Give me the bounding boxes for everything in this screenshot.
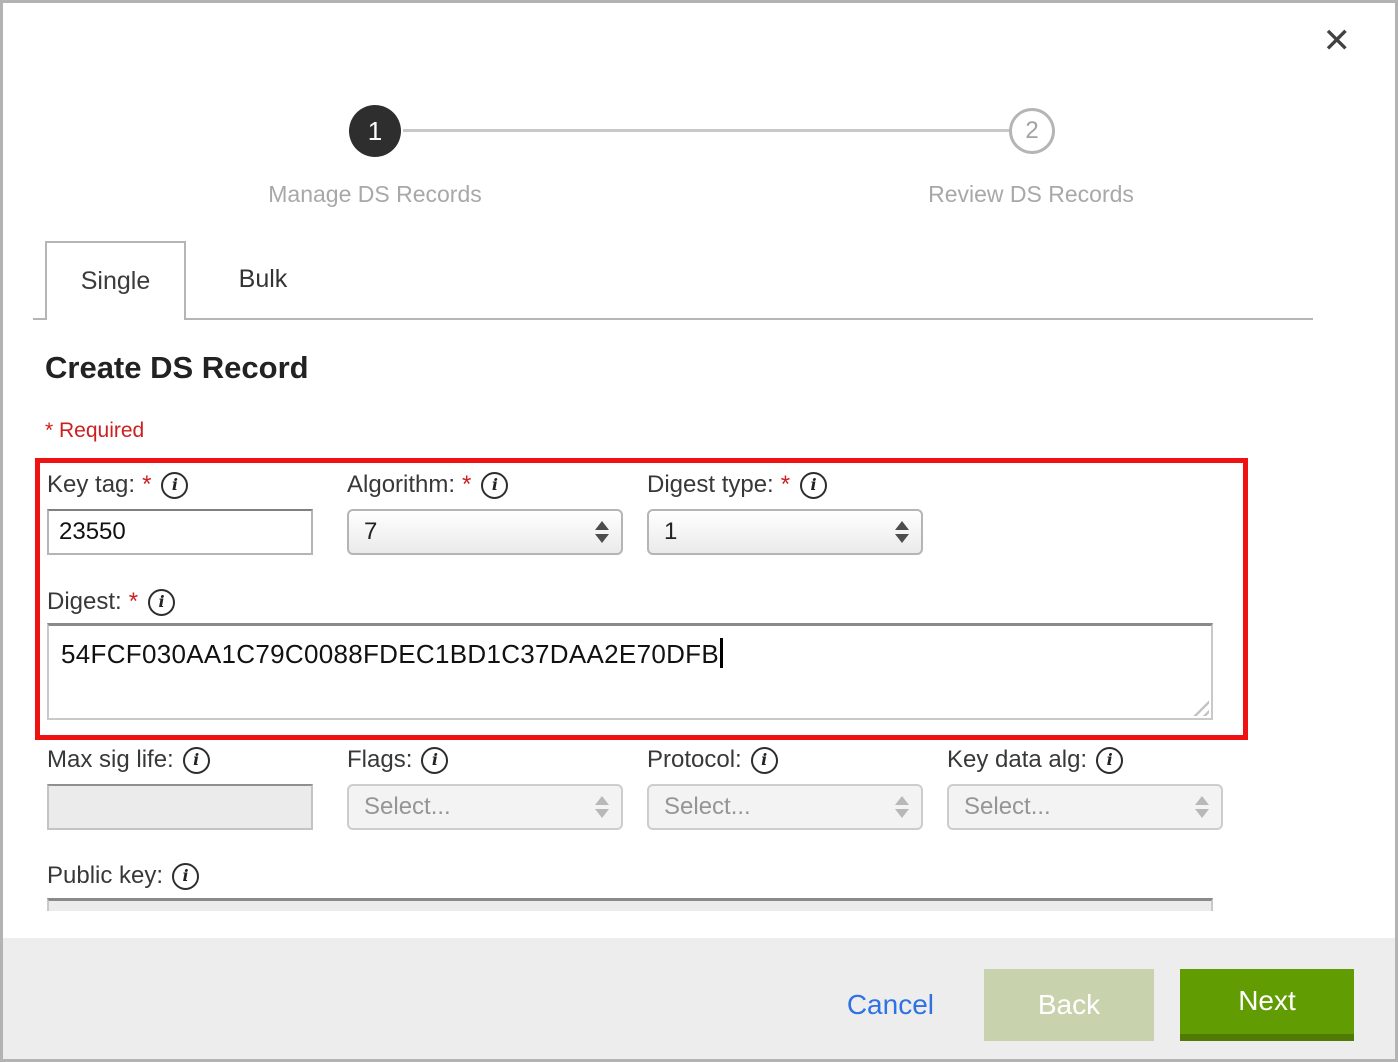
key-data-alg-label-text: Key data alg: — [947, 746, 1087, 774]
step-2-label: Review DS Records — [928, 181, 1134, 208]
info-glyph: i — [1107, 752, 1113, 768]
protocol-placeholder: Select... — [664, 793, 751, 821]
flags-info-icon[interactable]: i — [421, 747, 448, 774]
create-ds-record-dialog: ✕ 1 2 Manage DS Records Review DS Record… — [0, 0, 1398, 1062]
select-arrows-icon — [595, 796, 609, 818]
select-arrows-icon — [895, 796, 909, 818]
info-glyph: i — [172, 477, 178, 493]
required-asterisk: * — [462, 471, 471, 499]
public-key-textarea — [47, 898, 1213, 911]
resize-handle-icon[interactable] — [1192, 699, 1209, 716]
public-key-label-text: Public key: — [47, 862, 163, 890]
digest-value: 54FCF030AA1C79C0088FDEC1BD1C37DAA2E70DFB — [61, 639, 719, 669]
algorithm-label: Algorithm: * i — [347, 471, 508, 499]
info-glyph: i — [159, 594, 165, 610]
max-sig-life-info-icon[interactable]: i — [183, 747, 210, 774]
page-title: Create DS Record — [45, 350, 309, 386]
algorithm-info-icon[interactable]: i — [481, 472, 508, 499]
max-sig-life-label-text: Max sig life: — [47, 746, 174, 774]
algorithm-label-text: Algorithm: — [347, 471, 455, 499]
tab-bar: Single Bulk — [33, 241, 1313, 320]
digest-type-info-icon[interactable]: i — [800, 472, 827, 499]
algorithm-selected-value: 7 — [364, 518, 377, 546]
key-data-alg-select: Select... — [947, 784, 1223, 830]
step-1-indicator: 1 — [349, 105, 401, 157]
close-icon: ✕ — [1323, 21, 1352, 61]
info-glyph: i — [811, 477, 817, 493]
info-glyph: i — [193, 752, 199, 768]
info-glyph: i — [492, 477, 498, 493]
digest-label: Digest: * i — [47, 588, 175, 616]
max-sig-life-input — [47, 784, 313, 830]
text-cursor — [720, 638, 723, 668]
digest-type-label: Digest type: * i — [647, 471, 827, 499]
key-tag-value: 23550 — [59, 518, 126, 546]
key-data-alg-placeholder: Select... — [964, 793, 1051, 821]
protocol-label-text: Protocol: — [647, 746, 742, 774]
tab-single[interactable]: Single — [45, 241, 186, 320]
info-glyph: i — [761, 752, 767, 768]
step-1-label: Manage DS Records — [268, 181, 482, 208]
next-button[interactable]: Next — [1180, 969, 1354, 1041]
flags-label-text: Flags: — [347, 746, 412, 774]
digest-type-select[interactable]: 1 — [647, 509, 923, 555]
protocol-label: Protocol: i — [647, 746, 778, 774]
required-asterisk: * — [142, 471, 151, 499]
required-asterisk: * — [781, 471, 790, 499]
back-button[interactable]: Back — [984, 969, 1154, 1041]
info-glyph: i — [183, 868, 189, 884]
protocol-info-icon[interactable]: i — [751, 747, 778, 774]
stepper-connector-line — [403, 129, 1009, 132]
protocol-select: Select... — [647, 784, 923, 830]
digest-textarea[interactable]: 54FCF030AA1C79C0088FDEC1BD1C37DAA2E70DFB — [47, 623, 1213, 720]
key-tag-label: Key tag: * i — [47, 471, 188, 499]
step-1-number: 1 — [368, 116, 382, 147]
public-key-label: Public key: i — [47, 862, 199, 890]
required-asterisk: * — [129, 588, 138, 616]
select-arrows-icon — [895, 521, 909, 543]
public-key-info-icon[interactable]: i — [172, 863, 199, 890]
key-data-alg-label: Key data alg: i — [947, 746, 1123, 774]
flags-label: Flags: i — [347, 746, 448, 774]
key-tag-label-text: Key tag: — [47, 471, 135, 499]
cancel-button[interactable]: Cancel — [841, 988, 940, 1022]
key-tag-input[interactable]: 23550 — [47, 509, 313, 555]
select-arrows-icon — [595, 521, 609, 543]
digest-type-selected-value: 1 — [664, 518, 677, 546]
tab-bulk[interactable]: Bulk — [208, 241, 318, 318]
algorithm-select[interactable]: 7 — [347, 509, 623, 555]
max-sig-life-label: Max sig life: i — [47, 746, 210, 774]
step-2-indicator: 2 — [1009, 108, 1055, 154]
key-data-alg-info-icon[interactable]: i — [1096, 747, 1123, 774]
flags-placeholder: Select... — [364, 793, 451, 821]
key-tag-info-icon[interactable]: i — [161, 472, 188, 499]
footer-bar: Cancel Back Next — [3, 938, 1395, 1059]
step-2-number: 2 — [1025, 117, 1038, 145]
digest-type-label-text: Digest type: — [647, 471, 774, 499]
select-arrows-icon — [1195, 796, 1209, 818]
info-glyph: i — [432, 752, 438, 768]
digest-info-icon[interactable]: i — [148, 589, 175, 616]
flags-select: Select... — [347, 784, 623, 830]
digest-label-text: Digest: — [47, 588, 122, 616]
close-button[interactable]: ✕ — [1317, 23, 1358, 59]
required-note: * Required — [45, 419, 144, 443]
